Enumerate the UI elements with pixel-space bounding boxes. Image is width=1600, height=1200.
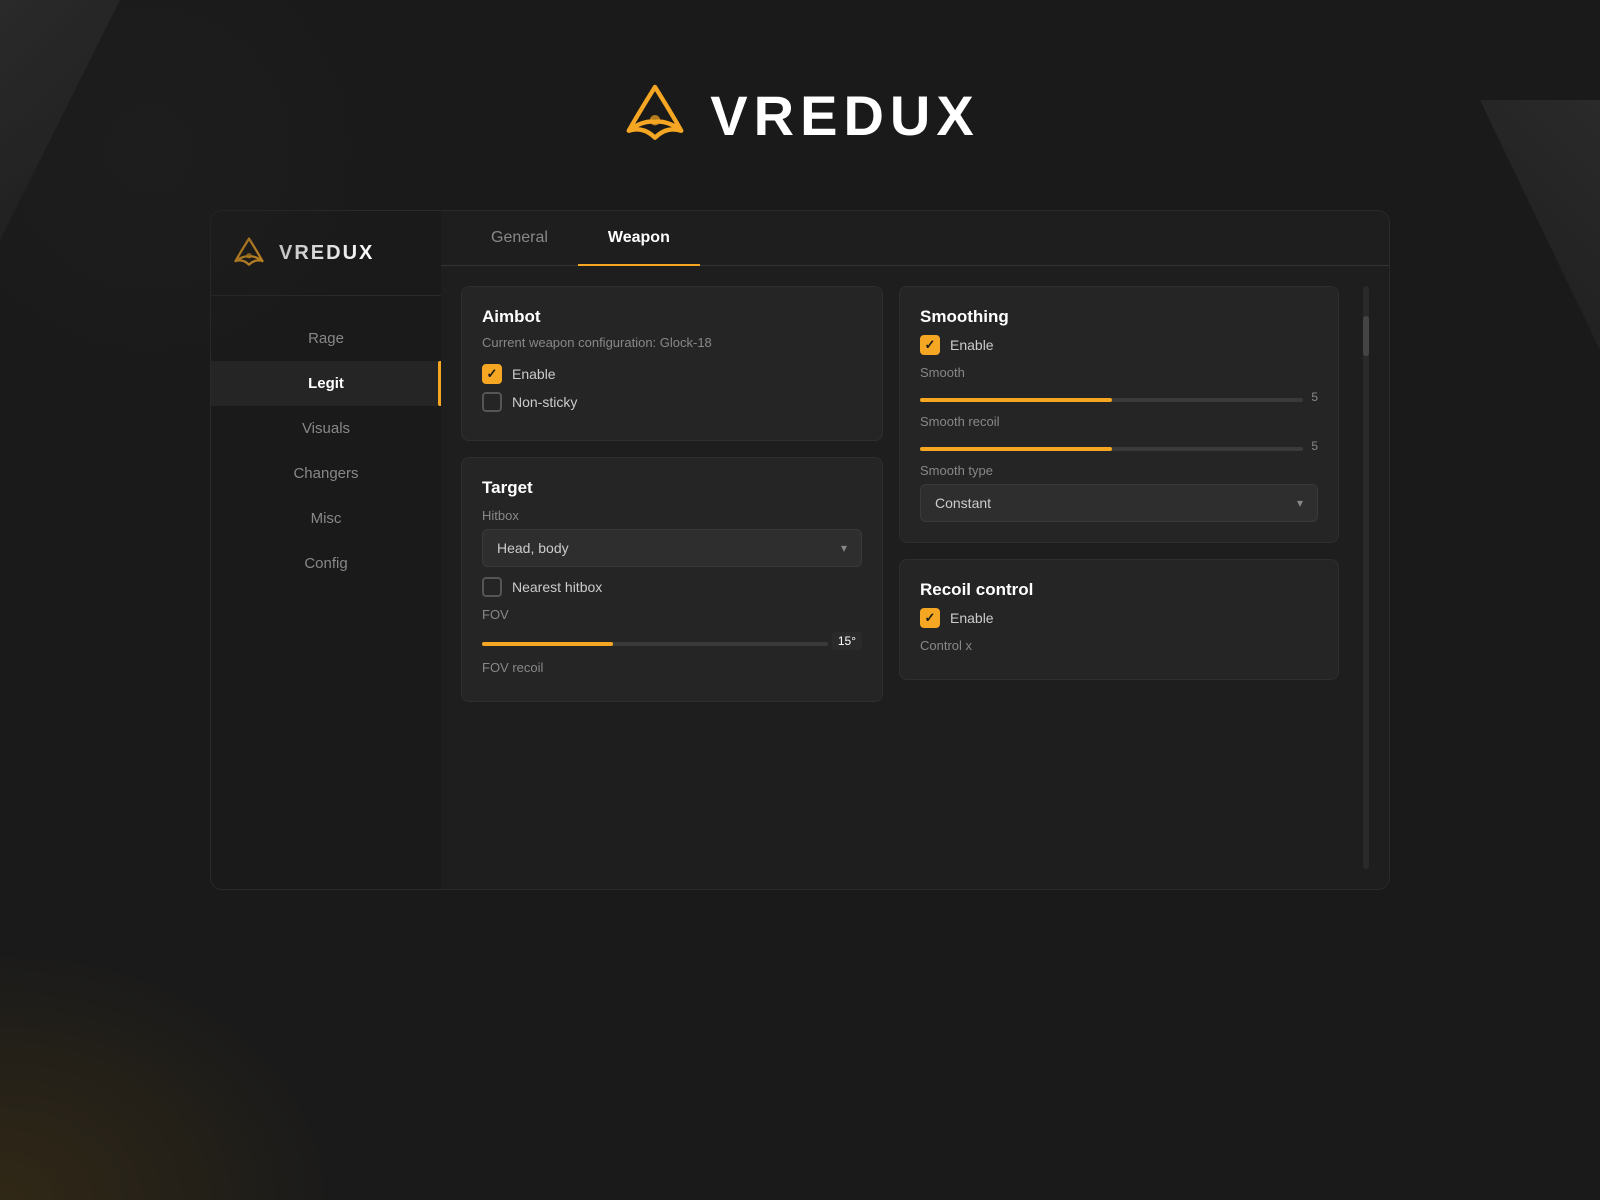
smooth-recoil-fill: [920, 447, 1112, 451]
smoothing-enable-row[interactable]: Enable: [920, 335, 1318, 355]
scrollbar-thumb[interactable]: [1363, 316, 1369, 356]
fov-recoil-label: FOV recoil: [482, 660, 862, 675]
tabs-bar: General Weapon: [441, 211, 1389, 266]
sidebar-brand: VREDUX: [211, 211, 441, 296]
recoil-title: Recoil control: [920, 580, 1318, 600]
sidebar-nav: Rage Legit Visuals Changers Misc Config: [211, 296, 441, 606]
header-logo-text: VREDUX: [710, 83, 979, 148]
smooth-type-value: Constant: [935, 495, 991, 511]
smooth-type-label: Smooth type: [920, 463, 1318, 478]
bg-gradient-bottomleft: [0, 900, 400, 1200]
left-column: Aimbot Current weapon configuration: Glo…: [461, 286, 883, 869]
header: VREDUX: [0, 0, 1600, 210]
nearest-hitbox-checkbox[interactable]: [482, 577, 502, 597]
sidebar-brand-text: VREDUX: [279, 242, 374, 265]
app-container: VREDUX Rage Legit Visuals Changers Misc …: [210, 210, 1390, 890]
sidebar-item-rage[interactable]: Rage: [211, 316, 441, 361]
fov-value: 15°: [832, 632, 862, 650]
sidebar-item-misc[interactable]: Misc: [211, 496, 441, 541]
smooth-type-dropdown[interactable]: Constant ▾: [920, 484, 1318, 522]
aimbot-nonsticky-row[interactable]: Non-sticky: [482, 392, 862, 412]
smooth-fill: [920, 398, 1112, 402]
smooth-type-arrow: ▾: [1297, 496, 1303, 510]
smooth-label: Smooth: [920, 365, 1318, 380]
header-logo-icon: [620, 80, 690, 150]
control-x-label: Control x: [920, 638, 1318, 653]
fov-fill: [482, 642, 613, 646]
right-column: Smoothing Enable Smooth 5: [899, 286, 1339, 869]
target-card: Target Hitbox Head, body ▾ Nearest hitbo…: [461, 457, 883, 702]
scrollbar[interactable]: [1363, 286, 1369, 869]
aimbot-enable-row[interactable]: Enable: [482, 364, 862, 384]
smoothing-enable-checkbox[interactable]: [920, 335, 940, 355]
aimbot-nonsticky-checkbox[interactable]: [482, 392, 502, 412]
smooth-track: [920, 398, 1303, 402]
aimbot-enable-checkbox[interactable]: [482, 364, 502, 384]
fov-slider[interactable]: 15°: [482, 632, 862, 650]
tab-weapon[interactable]: Weapon: [578, 211, 700, 265]
hitbox-label: Hitbox: [482, 508, 862, 523]
sidebar-logo-icon: [231, 235, 267, 271]
aimbot-enable-label: Enable: [512, 366, 556, 382]
aimbot-subtitle: Current weapon configuration: Glock-18: [482, 335, 862, 350]
nearest-hitbox-row[interactable]: Nearest hitbox: [482, 577, 862, 597]
smooth-recoil-value: 5: [1311, 439, 1318, 453]
aimbot-title: Aimbot: [482, 307, 862, 327]
aimbot-card: Aimbot Current weapon configuration: Glo…: [461, 286, 883, 441]
hitbox-value: Head, body: [497, 540, 569, 556]
smooth-recoil-track: [920, 447, 1303, 451]
main-content: General Weapon Aimbot Current weapon con…: [441, 211, 1389, 889]
smooth-recoil-label: Smooth recoil: [920, 414, 1318, 429]
smooth-recoil-slider-row: 5: [920, 439, 1318, 453]
hitbox-dropdown[interactable]: Head, body ▾: [482, 529, 862, 567]
sidebar-item-changers[interactable]: Changers: [211, 451, 441, 496]
recoil-enable-checkbox[interactable]: [920, 608, 940, 628]
tab-general[interactable]: General: [461, 211, 578, 265]
smooth-recoil-slider[interactable]: 5: [920, 439, 1318, 453]
smooth-slider-row: 5: [920, 390, 1318, 404]
nearest-hitbox-label: Nearest hitbox: [512, 579, 602, 595]
smoothing-title: Smoothing: [920, 307, 1318, 327]
recoil-card: Recoil control Enable Control x: [899, 559, 1339, 680]
sidebar-item-config[interactable]: Config: [211, 541, 441, 586]
sidebar: VREDUX Rage Legit Visuals Changers Misc …: [211, 211, 441, 889]
target-title: Target: [482, 478, 862, 498]
recoil-enable-label: Enable: [950, 610, 994, 626]
fov-slider-row: 15°: [482, 632, 862, 650]
sidebar-item-legit[interactable]: Legit: [211, 361, 441, 406]
aimbot-nonsticky-label: Non-sticky: [512, 394, 577, 410]
content-area: Aimbot Current weapon configuration: Glo…: [441, 266, 1389, 889]
smoothing-card: Smoothing Enable Smooth 5: [899, 286, 1339, 543]
fov-track: [482, 642, 828, 646]
smoothing-enable-label: Enable: [950, 337, 994, 353]
smooth-slider[interactable]: 5: [920, 390, 1318, 404]
hitbox-dropdown-arrow: ▾: [841, 541, 847, 555]
recoil-enable-row[interactable]: Enable: [920, 608, 1318, 628]
sidebar-item-visuals[interactable]: Visuals: [211, 406, 441, 451]
smooth-value: 5: [1311, 390, 1318, 404]
fov-label: FOV: [482, 607, 862, 622]
